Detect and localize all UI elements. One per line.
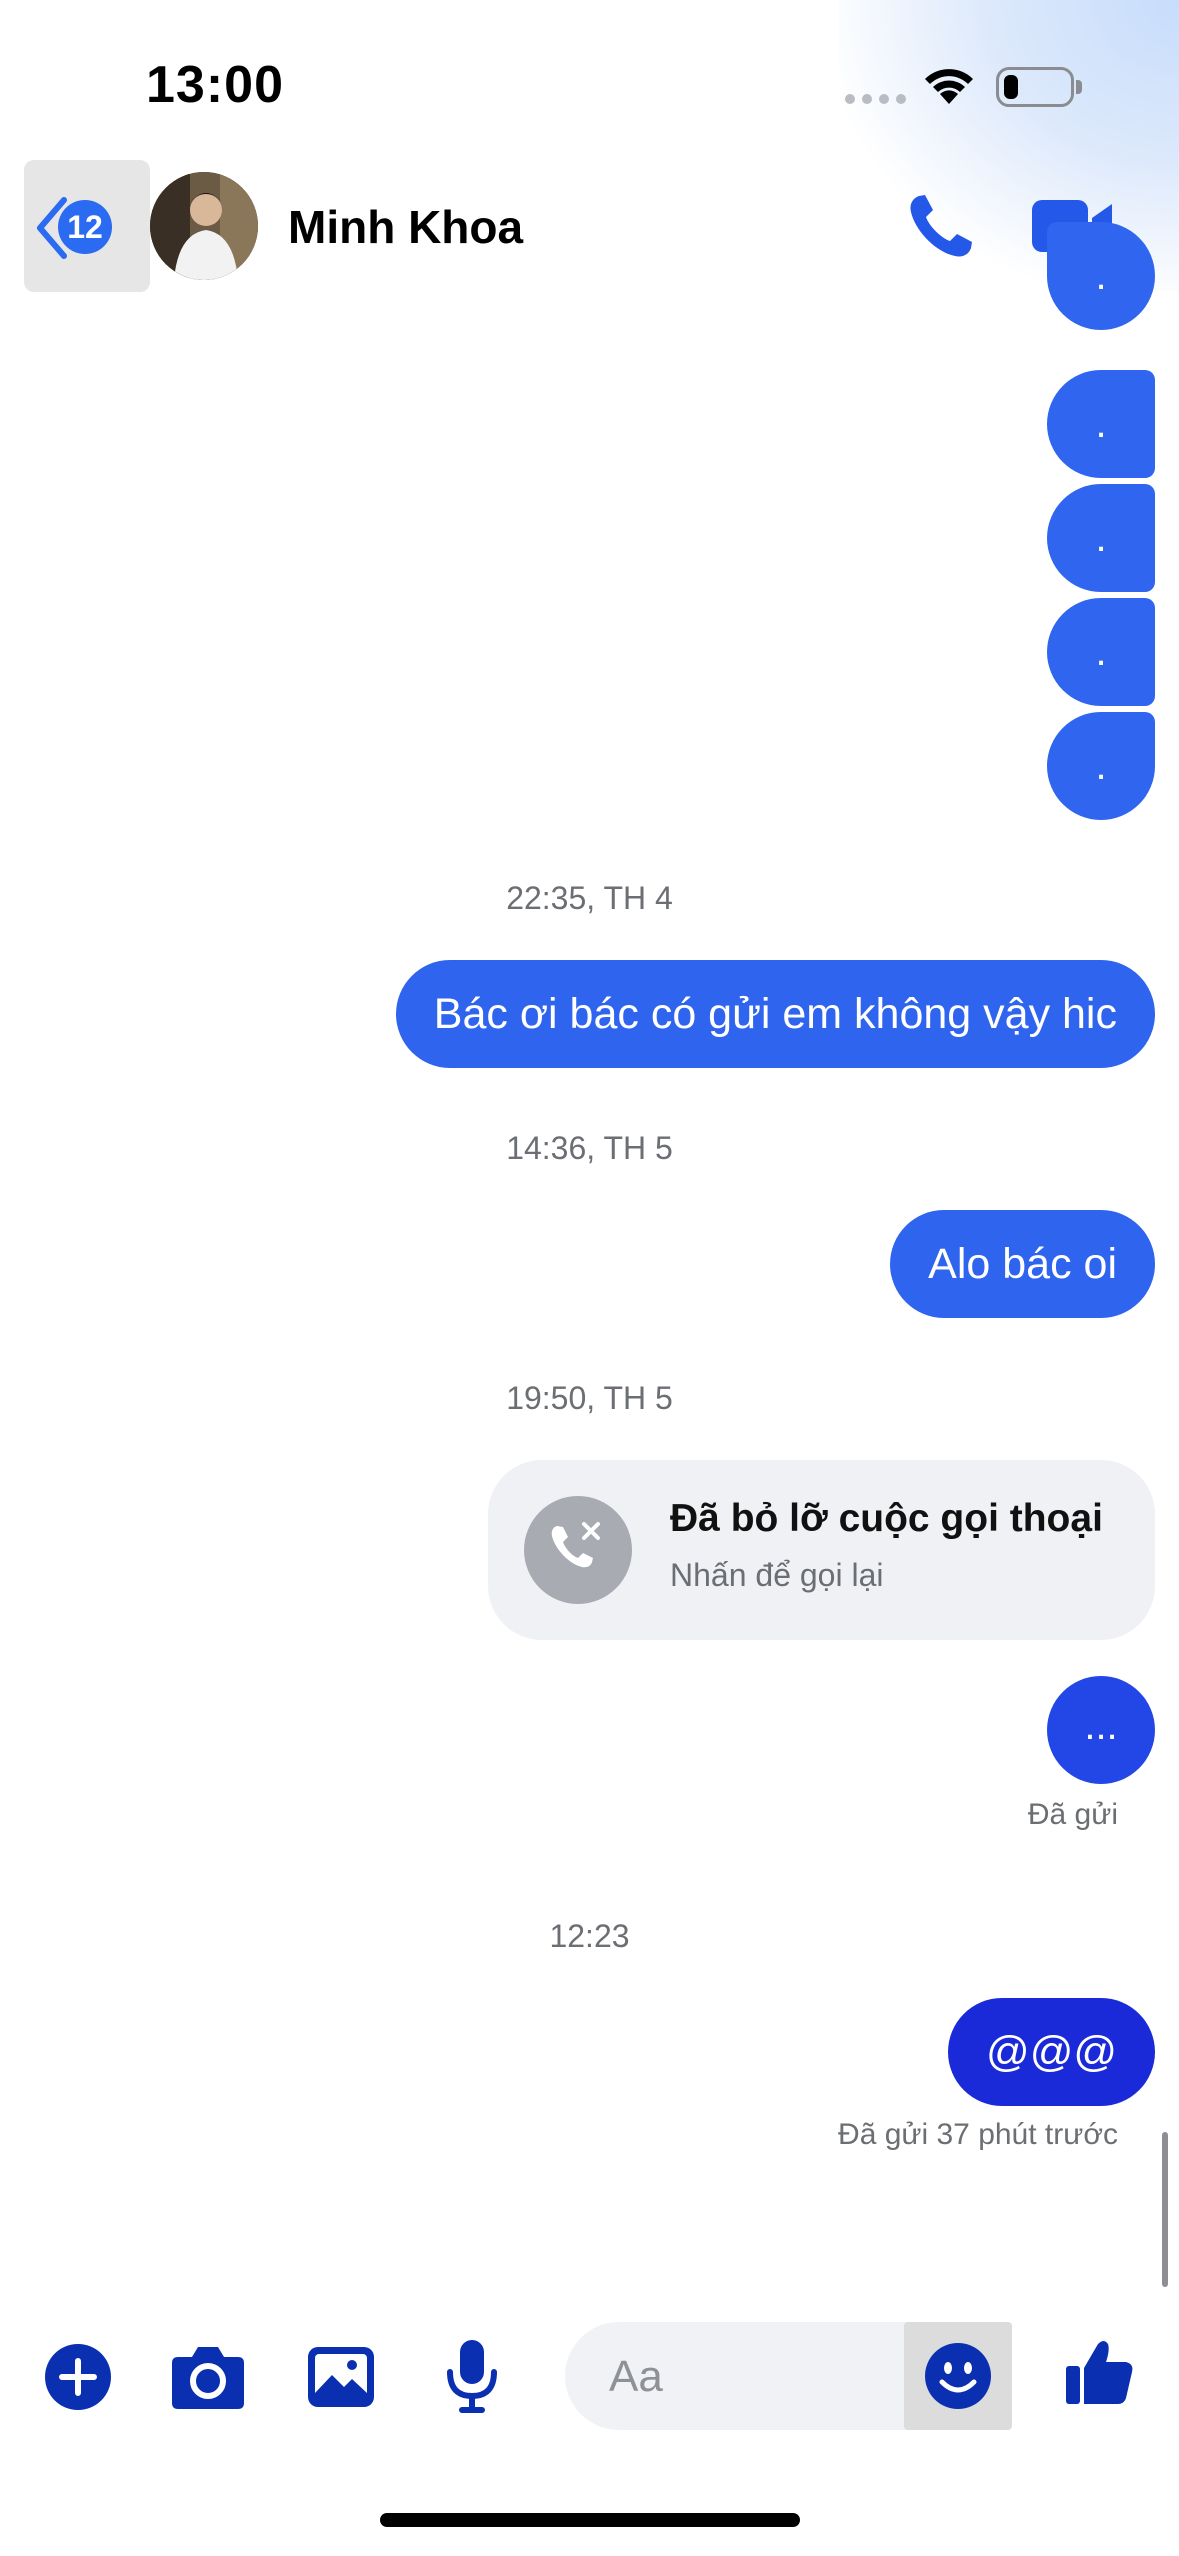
message-bubble[interactable]: @@@ xyxy=(948,1998,1155,2106)
missed-call-title: Đã bỏ lỡ cuộc gọi thoại xyxy=(670,1497,1103,1540)
avatar-photo xyxy=(150,172,258,280)
plus-icon[interactable] xyxy=(44,2343,112,2411)
wifi-icon xyxy=(925,69,973,104)
camera-icon[interactable] xyxy=(170,2343,246,2411)
header-mask xyxy=(1000,160,1179,292)
message-bubble[interactable]: Alo bác oi xyxy=(890,1210,1155,1318)
home-indicator[interactable] xyxy=(380,2513,800,2527)
timestamp: 12:23 xyxy=(549,1918,630,1954)
missed-call-subtitle: Nhấn để gọi lại xyxy=(670,1557,884,1593)
message-bubble-dot[interactable]: . xyxy=(1047,712,1155,820)
scrollbar[interactable] xyxy=(1162,2132,1168,2287)
missed-call-icon xyxy=(524,1496,632,1604)
contact-name[interactable]: Minh Khoa xyxy=(288,200,523,254)
message-bubble[interactable]: Bác ơi bác có gửi em không vậy hic xyxy=(395,960,1155,1068)
timestamp: 14:36, TH 5 xyxy=(506,1130,673,1166)
thumbs-up-icon[interactable] xyxy=(1064,2336,1136,2408)
message-bubble-dot[interactable]: . xyxy=(1047,370,1155,478)
message-bubble-dot[interactable]: . xyxy=(1047,484,1155,592)
emoji-button[interactable] xyxy=(904,2322,1012,2430)
back-button[interactable]: 12 xyxy=(24,160,150,292)
message-input-placeholder: Aa xyxy=(609,2352,663,2401)
missed-call-card[interactable]: Đã bỏ lỡ cuộc gọi thoại Nhấn để gọi lại xyxy=(488,1460,1155,1640)
cellular-signal-icon xyxy=(845,94,906,104)
emoji-icon xyxy=(925,2343,991,2409)
message-bubble-dot[interactable]: . xyxy=(1047,598,1155,706)
battery-cap xyxy=(1076,80,1082,94)
message-bubble[interactable]: ... xyxy=(1047,1676,1155,1784)
phone-icon[interactable] xyxy=(905,190,977,262)
timestamp: 19:50, TH 5 xyxy=(506,1380,673,1416)
status-time: 13:00 xyxy=(146,56,284,114)
microphone-icon[interactable] xyxy=(444,2338,500,2414)
message-input[interactable]: Aa xyxy=(565,2322,1012,2430)
timestamp: 22:35, TH 4 xyxy=(506,880,673,916)
unread-count-badge: 12 xyxy=(58,200,112,254)
sent-status: Đã gửi xyxy=(1027,1798,1118,1831)
sent-status: Đã gửi 37 phút trước xyxy=(838,2118,1118,2151)
battery-icon xyxy=(996,67,1074,107)
image-icon[interactable] xyxy=(306,2343,376,2411)
avatar[interactable] xyxy=(150,172,258,280)
